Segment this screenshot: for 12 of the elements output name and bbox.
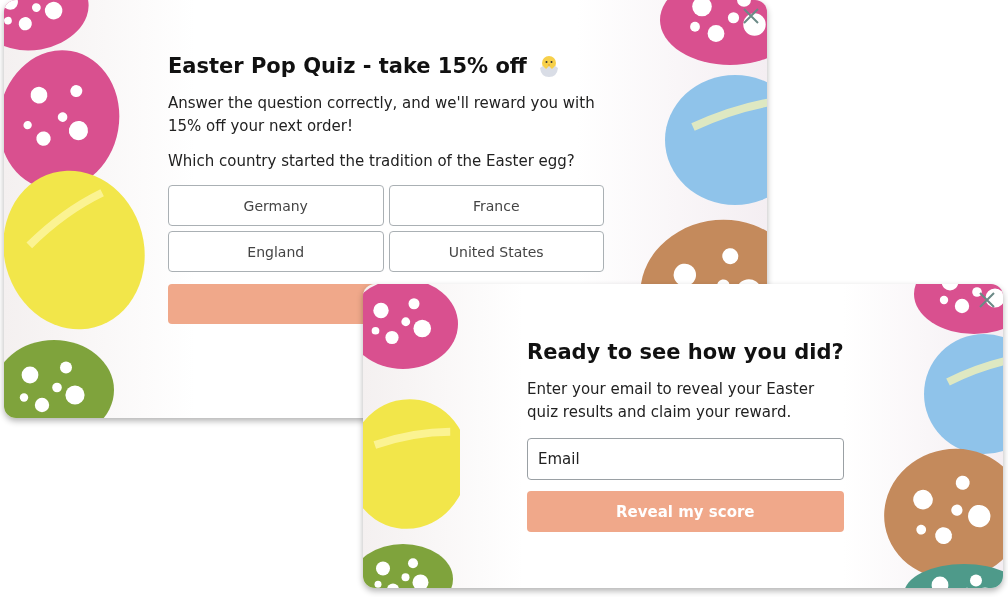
close-icon[interactable] xyxy=(742,7,760,25)
answer-button[interactable]: Germany xyxy=(168,185,384,226)
quiz-question: Which country started the tradition of the Easter egg? xyxy=(168,151,576,172)
answer-button[interactable]: France xyxy=(388,185,604,226)
email-title: Ready to see how you did? xyxy=(527,340,844,364)
email-field[interactable]: Email xyxy=(527,438,844,480)
answer-button[interactable]: United States xyxy=(388,231,604,272)
email-intro-text: Enter your email to reveal your Easter quiz results and claim your reward. xyxy=(527,379,816,423)
close-icon[interactable] xyxy=(978,291,996,309)
quiz-intro-text: Answer the question correctly, and we'll reward you with 15% off your next order! xyxy=(168,93,596,137)
answer-button[interactable]: England xyxy=(168,231,384,272)
quiz-title: Easter Pop Quiz - take 15% off xyxy=(168,54,527,78)
